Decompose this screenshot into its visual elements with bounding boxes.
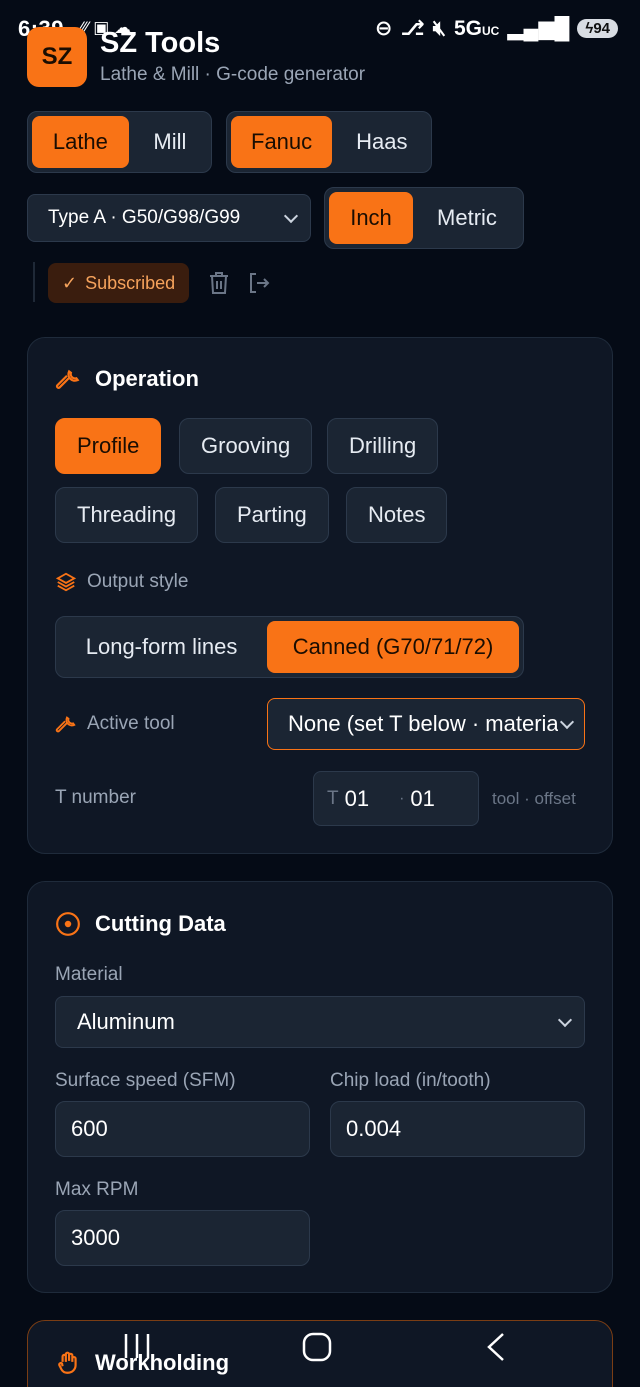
check-icon: ✓ bbox=[62, 272, 78, 293]
battery-badge: ϟ94 bbox=[577, 19, 618, 38]
bed-icon: ⎇ bbox=[400, 17, 425, 40]
chevron-down-icon bbox=[283, 208, 299, 223]
mute-icon: 🔇︎ bbox=[432, 16, 446, 40]
workholding-title-text: Workholding bbox=[95, 1350, 230, 1375]
inch-option[interactable]: Inch bbox=[329, 192, 413, 244]
gcode-type-select[interactable]: Type A · G50/G98/G99 bbox=[27, 194, 311, 242]
longform-option[interactable]: Long-form lines bbox=[60, 621, 263, 673]
subscribed-badge[interactable]: ✓ Subscribed bbox=[48, 263, 190, 303]
chipload-label: Chip load (in/tooth) bbox=[330, 1070, 491, 1091]
control-toggle: Fanuc Haas bbox=[226, 111, 432, 173]
tnumber-label: T number bbox=[55, 787, 136, 808]
logout-button[interactable] bbox=[243, 267, 275, 299]
lathe-option[interactable]: Lathe bbox=[32, 116, 129, 168]
dnd-icon: ⊖ bbox=[374, 17, 393, 40]
tnumber-field[interactable]: T 01 · 01 bbox=[313, 771, 479, 826]
network-label: 5GUC bbox=[453, 16, 500, 40]
output-style-label: Output style bbox=[55, 571, 188, 593]
canned-option[interactable]: Canned (G70/71/72) bbox=[267, 621, 519, 673]
recents-button[interactable] bbox=[122, 1332, 152, 1365]
divider bbox=[33, 262, 35, 302]
signal-icon: ▂▄▆█ bbox=[507, 17, 570, 40]
active-tool-text: Active tool bbox=[87, 713, 175, 734]
logout-icon bbox=[250, 273, 270, 293]
active-tool-select[interactable]: None (set T below · materia bbox=[267, 698, 585, 750]
app-subtitle: Lathe & Mill · G-code generator bbox=[100, 64, 366, 85]
hand-icon bbox=[58, 1351, 77, 1374]
maxrpm-input[interactable]: 3000 bbox=[55, 1210, 310, 1266]
subscribed-label: Subscribed bbox=[85, 272, 176, 293]
material-label: Material bbox=[55, 964, 123, 985]
home-button[interactable] bbox=[302, 1332, 332, 1367]
wrench-icon bbox=[55, 716, 76, 733]
op-chip-parting[interactable]: Parting bbox=[215, 487, 329, 543]
haas-option[interactable]: Haas bbox=[336, 116, 427, 168]
active-tool-value: None (set T below · materia bbox=[288, 711, 558, 736]
trash-icon bbox=[210, 272, 228, 294]
back-icon bbox=[487, 1333, 504, 1361]
material-select[interactable]: Aluminum bbox=[55, 996, 585, 1048]
target-icon bbox=[56, 912, 80, 936]
home-icon bbox=[302, 1332, 332, 1362]
delete-button[interactable] bbox=[203, 267, 235, 299]
metric-option[interactable]: Metric bbox=[417, 192, 517, 244]
machine-toggle: Lathe Mill bbox=[27, 111, 212, 173]
chevron-down-icon bbox=[559, 714, 575, 729]
cutting-title-text: Cutting Data bbox=[95, 911, 226, 936]
tool-offset-hint: tool · offset bbox=[492, 789, 576, 808]
output-style-toggle: Long-form lines Canned (G70/71/72) bbox=[55, 616, 524, 678]
back-button[interactable] bbox=[485, 1332, 507, 1367]
t-prefix: T bbox=[327, 787, 339, 809]
sfm-input[interactable]: 600 bbox=[55, 1101, 310, 1157]
chevron-down-icon bbox=[557, 1012, 573, 1027]
op-chip-profile[interactable]: Profile bbox=[55, 418, 162, 474]
chipload-input[interactable]: 0.004 bbox=[330, 1101, 585, 1157]
operation-title: Operation bbox=[55, 366, 199, 392]
units-toggle: Inch Metric bbox=[324, 187, 524, 249]
offset-number-input[interactable]: 01 bbox=[410, 786, 434, 812]
op-chip-grooving[interactable]: Grooving bbox=[179, 418, 313, 474]
gcode-type-value: Type A · G50/G98/G99 bbox=[48, 207, 241, 228]
material-value: Aluminum bbox=[77, 1009, 175, 1034]
active-tool-label: Active tool bbox=[55, 713, 175, 735]
layers-icon bbox=[55, 572, 77, 592]
sfm-label: Surface speed (SFM) bbox=[55, 1070, 236, 1091]
wrench-icon bbox=[55, 369, 80, 389]
mill-option[interactable]: Mill bbox=[133, 116, 207, 168]
maxrpm-label: Max RPM bbox=[55, 1179, 139, 1200]
recents-icon bbox=[124, 1334, 150, 1358]
output-style-text: Output style bbox=[87, 571, 189, 592]
op-chip-threading[interactable]: Threading bbox=[55, 487, 199, 543]
op-chip-notes[interactable]: Notes bbox=[346, 487, 448, 543]
operation-title-text: Operation bbox=[95, 366, 199, 391]
status-indicators: ⊖ ⎇ 🔇︎ 5GUC ▂▄▆█ ϟ94 bbox=[375, 16, 618, 41]
offset-separator: · bbox=[399, 789, 405, 807]
app-logo: SZ bbox=[27, 27, 87, 87]
tool-number-input[interactable]: 01 bbox=[345, 786, 369, 812]
cutting-title: Cutting Data bbox=[55, 911, 226, 937]
op-chip-drilling[interactable]: Drilling bbox=[327, 418, 439, 474]
app-title: SZ Tools bbox=[100, 27, 221, 59]
fanuc-option[interactable]: Fanuc bbox=[231, 116, 333, 168]
